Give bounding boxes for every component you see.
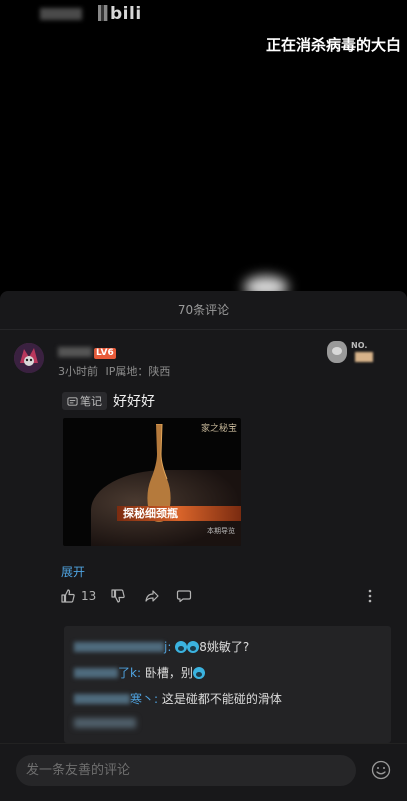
reply-button[interactable] <box>176 588 192 604</box>
image-banner: 探秘细颈瓶 <box>117 506 241 521</box>
more-vertical-icon <box>368 589 372 603</box>
reply-item[interactable]: j: 8姚敏了? <box>74 638 249 655</box>
fan-number-label: NO. <box>351 341 368 350</box>
avatar[interactable] <box>14 343 44 373</box>
note-icon <box>67 396 78 406</box>
comment-input[interactable] <box>16 755 356 786</box>
thumbs-up-icon <box>61 589 75 603</box>
comments-sheet: 70条评论 LV6 3小时前 IP属地：陕西 NO. 笔记 好好好 家之秘宝 探… <box>0 291 407 801</box>
video-title: 正在消杀病毒的大白 <box>265 36 401 54</box>
comments-count-header: 70条评论 <box>0 291 407 330</box>
comment-meta: 3小时前 IP属地：陕西 <box>58 363 174 379</box>
shocked-emoji-icon <box>175 641 188 653</box>
note-tag[interactable]: 笔记 <box>62 392 107 410</box>
thumbs-down-icon <box>111 589 125 603</box>
like-count: 13 <box>81 589 97 603</box>
shocked-emoji-icon <box>187 641 200 653</box>
comment-content-row: 笔记 好好好 <box>62 391 155 411</box>
level-badge: LV6 <box>94 348 116 359</box>
comment-bubble-icon <box>176 590 192 603</box>
video-frame-highlight <box>244 276 288 292</box>
image-subtitle: 本期导览 <box>207 527 235 535</box>
more-replies-link[interactable] <box>74 718 136 728</box>
reply-item[interactable]: 了k: 卧槽，别 <box>74 664 205 681</box>
dislike-button[interactable] <box>110 588 126 604</box>
emoji-icon[interactable] <box>371 760 391 780</box>
comment-username[interactable]: LV6 <box>58 345 116 359</box>
uploader-name-blurred <box>40 8 82 20</box>
shocked-emoji-icon <box>192 667 205 679</box>
reply-item[interactable]: 寒丶: 这是碰都不能碰的滑体 <box>74 690 282 707</box>
comment-text: 好好好 <box>113 394 155 410</box>
share-button[interactable] <box>144 588 160 604</box>
comment-actions: 13 <box>60 588 380 608</box>
image-watermark: 家之秘宝 <box>200 424 237 434</box>
replies-box[interactable]: j: 8姚敏了? 了k: 卧槽，别 寒丶: 这是碰都不能碰的滑体 <box>64 626 391 743</box>
share-icon <box>145 590 159 602</box>
fan-medal-badge[interactable]: NO. <box>327 341 383 367</box>
comment-time: 3小时前 <box>58 365 98 378</box>
video-player[interactable]: bili 正在消杀病毒的大白 <box>0 0 407 292</box>
comment-input-bar <box>0 743 407 801</box>
cat-icon <box>327 341 347 363</box>
comment-image[interactable]: 家之秘宝 探秘细颈瓶 本期导览 <box>63 418 241 546</box>
bilibili-logo: bili <box>98 4 142 24</box>
like-button[interactable]: 13 <box>60 588 96 604</box>
comment-ip-location: IP属地：陕西 <box>105 365 171 378</box>
expand-link[interactable]: 展开 <box>61 563 85 580</box>
more-options-button[interactable] <box>362 588 378 604</box>
